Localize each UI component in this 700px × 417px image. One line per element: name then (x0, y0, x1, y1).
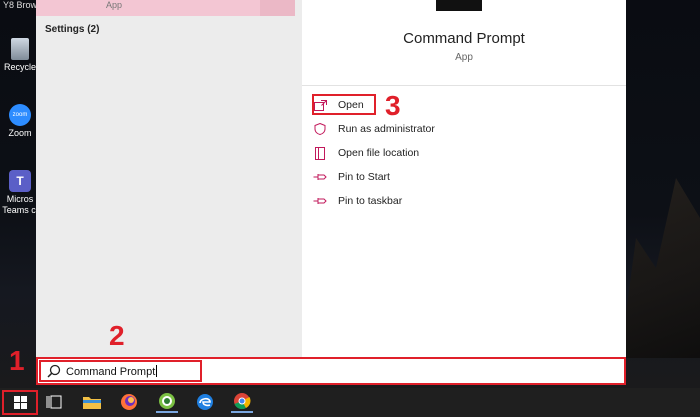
best-match-expand[interactable] (260, 0, 295, 16)
search-input[interactable]: Command Prompt (66, 365, 158, 378)
chrome-icon[interactable] (231, 391, 253, 413)
app-type: App (455, 52, 473, 63)
open-highlight-box (312, 94, 376, 115)
command-prompt-icon (436, 0, 482, 11)
settings-section-header[interactable]: Settings (2) (45, 24, 99, 35)
desktop-icon-teams[interactable]: T Micros Teams cl (0, 170, 40, 216)
desktop-icon-label: Zoom (8, 128, 32, 138)
step-marker-2: 2 (109, 320, 125, 351)
admin-shield-icon (312, 121, 328, 137)
edge-icon[interactable] (194, 391, 216, 413)
best-match-item[interactable] (36, 0, 260, 16)
start-menu: App Settings (2) Command Prompt App Open… (36, 0, 626, 357)
teams-icon: T (9, 170, 31, 192)
desktop-icon-label: Y8 Brow (2, 0, 37, 10)
run-as-admin-label: Run as administrator (338, 123, 435, 135)
desktop-icon-y8[interactable]: Y8 Brow (0, 0, 40, 11)
zoom-icon: zoom (9, 104, 31, 126)
desktop-icon-zoom[interactable]: zoom Zoom (0, 104, 40, 139)
step-marker-1: 1 (9, 345, 25, 376)
desktop-icon-recycle-bin[interactable]: Recycle (0, 38, 40, 73)
windows-logo-icon (13, 396, 27, 409)
search-icon (47, 364, 61, 378)
pin-icon (312, 193, 328, 209)
open-file-location-label: Open file location (338, 147, 420, 159)
coccoc-browser-icon[interactable] (156, 391, 178, 413)
search-results-pane: App Settings (2) (36, 0, 302, 357)
open-file-location-action[interactable]: Open file location (312, 143, 419, 163)
app-title: Command Prompt (403, 30, 525, 47)
divider (302, 85, 626, 86)
pin-to-taskbar-action[interactable]: Pin to taskbar (312, 191, 402, 211)
firefox-icon[interactable] (118, 391, 140, 413)
taskbar (0, 388, 700, 417)
recycle-bin-icon (11, 38, 29, 60)
file-location-icon (312, 145, 328, 161)
pin-icon (312, 169, 328, 185)
desktop-icon-label: Recycle (3, 62, 36, 72)
pin-to-start-label: Pin to Start (338, 171, 390, 183)
pin-to-start-action[interactable]: Pin to Start (312, 167, 390, 187)
text-caret (156, 365, 158, 377)
app-detail-pane: Command Prompt App Open Run as administr… (302, 0, 626, 357)
file-explorer-icon[interactable] (81, 391, 103, 413)
task-view-icon[interactable] (43, 391, 65, 413)
search-input-value: Command Prompt (66, 366, 156, 378)
run-as-admin-action[interactable]: Run as administrator (312, 119, 435, 139)
desktop-icon-label: Micros Teams cl (2, 194, 38, 215)
step-marker-3: 3 (385, 90, 401, 121)
mountain-silhouette (620, 178, 700, 358)
start-button[interactable] (2, 390, 38, 415)
pin-to-taskbar-label: Pin to taskbar (338, 195, 403, 207)
best-match-subtitle: App (106, 0, 123, 10)
